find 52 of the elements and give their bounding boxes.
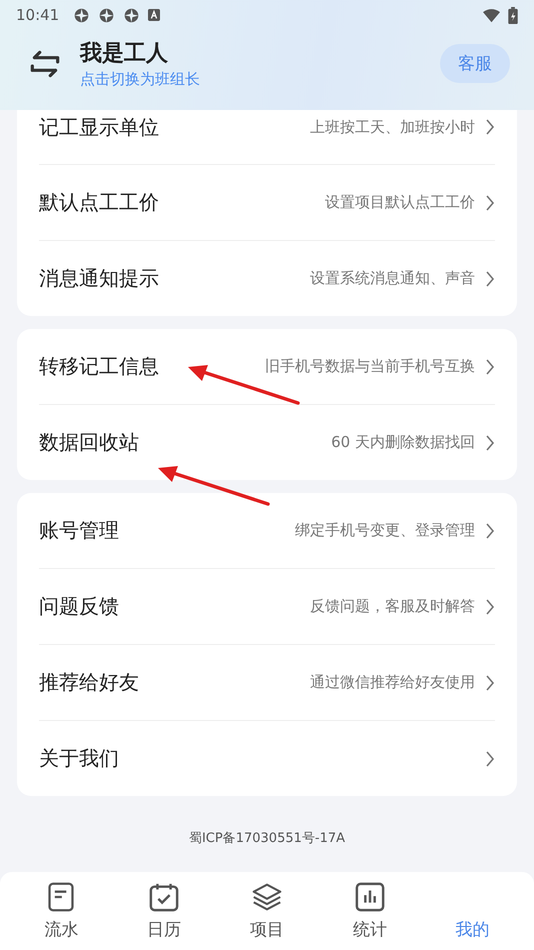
nav-tab[interactable]: 流水 [26, 882, 96, 940]
row-value: 设置系统消息通知、声音 [310, 269, 475, 288]
row-value: 旧手机号数据与当前手机号互换 [265, 357, 475, 376]
status-time: 10:41 [16, 6, 60, 24]
row-label: 默认点工工价 [39, 189, 160, 216]
settings-row[interactable]: 账号管理 绑定手机号变更、登录管理 [39, 493, 495, 569]
battery-icon [508, 6, 518, 24]
settings-row[interactable]: 数据回收站 60 天内删除数据找回 [39, 405, 495, 480]
nav-tab[interactable]: 项目 [232, 882, 302, 940]
row-value: 反馈问题，客服及时解答 [310, 597, 475, 616]
chevron-icon [485, 750, 495, 768]
row-label: 关于我们 [39, 745, 120, 772]
row-label: 账号管理 [39, 517, 120, 544]
calendar-icon [149, 882, 180, 912]
chevron-icon [485, 434, 495, 452]
pinwheel-icon [73, 6, 90, 24]
row-value: 60 天内删除数据找回 [331, 433, 475, 452]
chevron-icon [485, 118, 495, 136]
chevron-icon [485, 270, 495, 288]
chevron-icon [485, 598, 495, 616]
nav-tab[interactable]: 日历 [129, 882, 200, 940]
pinwheel-icon [123, 6, 140, 24]
row-label: 记工显示单位 [39, 114, 160, 140]
row-label: 问题反馈 [39, 593, 120, 620]
layers-icon [252, 882, 282, 912]
chevron-icon [485, 522, 495, 540]
icp-text: 蜀ICP备17030551号-17A [188, 830, 346, 847]
settings-row[interactable]: 问题反馈 反馈问题，客服及时解答 [39, 569, 495, 645]
role-title: 我是工人 [80, 40, 169, 68]
row-value: 设置项目默认点工工价 [325, 193, 475, 212]
document-icon [46, 882, 76, 912]
settings-row[interactable]: 默认点工工价 设置项目默认点工工价 [39, 165, 495, 241]
row-label: 转移记工信息 [39, 353, 160, 380]
bar-chart-icon [354, 882, 385, 912]
row-value: 上班按工天、加班按小时 [310, 118, 475, 136]
settings-row[interactable]: 消息通知提示 设置系统消息通知、声音 [39, 241, 495, 316]
row-label: 推荐给好友 [39, 669, 140, 696]
app-icon [148, 9, 160, 21]
settings-row[interactable]: 记工显示单位 上班按工天、加班按小时 [39, 110, 495, 165]
row-label: 消息通知提示 [39, 265, 160, 292]
settings-row[interactable]: 关于我们 [39, 721, 495, 796]
chevron-icon [485, 674, 495, 692]
pinwheel-icon [98, 6, 116, 24]
settings-row[interactable]: 推荐给好友 通过微信推荐给好友使用 [39, 645, 495, 721]
nav-tab[interactable]: 我的 [438, 882, 508, 940]
row-label: 数据回收站 [39, 429, 140, 456]
chevron-icon [485, 358, 495, 376]
wifi-icon [483, 6, 500, 24]
nav-tab[interactable]: 统计 [334, 882, 405, 940]
row-value: 通过微信推荐给好友使用 [310, 673, 475, 692]
row-value: 绑定手机号变更、登录管理 [295, 521, 475, 540]
chevron-icon [485, 194, 495, 212]
